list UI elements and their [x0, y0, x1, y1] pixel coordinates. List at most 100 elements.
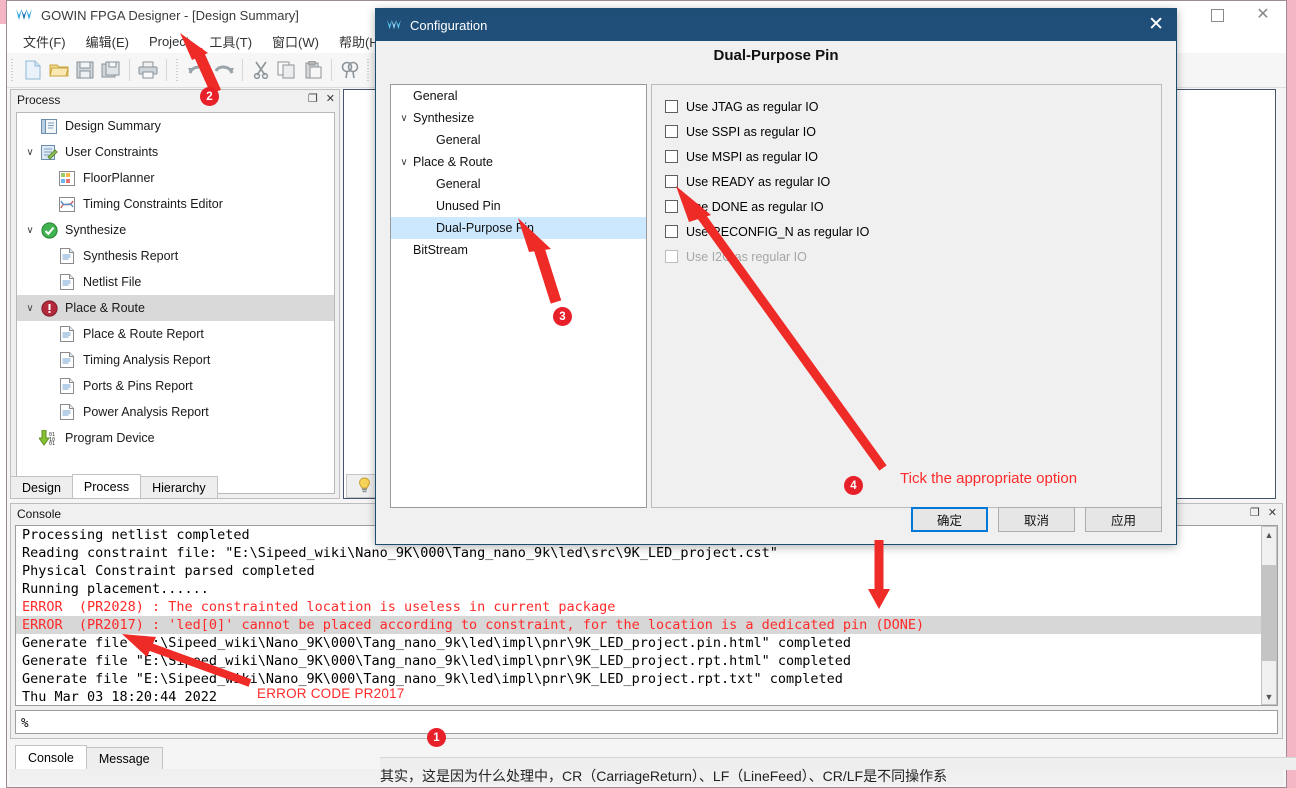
dialog-close-button[interactable]: ✕	[1148, 14, 1164, 36]
console-panel-float-button[interactable]: ❐	[1250, 506, 1260, 519]
config-tree-label: Dual-Purpose Pin	[436, 221, 534, 235]
scroll-up-icon[interactable]: ▲	[1262, 527, 1276, 542]
checkbox-reconfig-n[interactable]	[665, 225, 678, 238]
checkbox-row-done[interactable]: Use DONE as regular IO	[652, 194, 1161, 219]
paste-icon[interactable]	[300, 57, 326, 83]
cut-icon[interactable]	[248, 57, 274, 83]
config-tree-item-bitstream[interactable]: BitStream	[391, 239, 646, 261]
prompt-symbol: %	[21, 714, 29, 730]
chevron-down-icon[interactable]: ∨	[395, 113, 413, 124]
checkbox-ready[interactable]	[665, 175, 678, 188]
toolbar-grip[interactable]	[175, 59, 182, 81]
checkbox-row-reconfig-n[interactable]: Use RECONFIG_N as regular IO	[652, 219, 1161, 244]
user-constraints-icon	[39, 143, 59, 161]
checkbox-jtag[interactable]	[665, 100, 678, 113]
process-item-user-constraints[interactable]: ∨ User Constraints	[17, 139, 334, 165]
process-item-synthesis-report[interactable]: Synthesis Report	[17, 243, 334, 269]
scrollbar-thumb[interactable]	[1262, 565, 1276, 661]
process-item-ports-and-pins-report[interactable]: Ports & Pins Report	[17, 373, 334, 399]
process-item-power-analysis-report[interactable]: Power Analysis Report	[17, 399, 334, 425]
chevron-down-icon[interactable]: ∨	[395, 157, 413, 168]
console-line: Physical Constraint parsed completed	[22, 563, 315, 579]
print-icon[interactable]	[135, 57, 161, 83]
process-item-netlist-file[interactable]: Netlist File	[17, 269, 334, 295]
checkbox-row-jtag[interactable]: Use JTAG as regular IO	[652, 94, 1161, 119]
find-icon[interactable]	[337, 57, 363, 83]
config-tree-item-synthesize[interactable]: ∨ Synthesize	[391, 107, 646, 129]
process-item-label: Program Device	[65, 431, 155, 445]
apply-button[interactable]: 应用	[1085, 507, 1162, 532]
process-item-label: Ports & Pins Report	[83, 379, 193, 393]
config-tree-item-general[interactable]: General	[391, 85, 646, 107]
maximize-button[interactable]	[1194, 1, 1240, 29]
toolbar-separator	[331, 59, 332, 81]
checkbox-i2c	[665, 250, 678, 263]
menu-item-edit[interactable]: 编辑(E)	[76, 30, 139, 53]
tab-design[interactable]: Design	[10, 476, 73, 498]
toolbar-grip[interactable]	[366, 59, 373, 81]
new-file-icon[interactable]	[20, 57, 46, 83]
save-icon[interactable]	[72, 57, 98, 83]
process-panel-close-button[interactable]: ✕	[326, 92, 335, 105]
console-panel-close-button[interactable]: ✕	[1268, 506, 1277, 519]
lightbulb-icon	[358, 476, 371, 496]
toolbar-grip[interactable]	[10, 59, 17, 81]
dual-purpose-pin-options: Use JTAG as regular IO Use SSPI as regul…	[651, 84, 1162, 508]
process-item-timing-analysis-report[interactable]: Timing Analysis Report	[17, 347, 334, 373]
scroll-down-icon[interactable]: ▼	[1262, 689, 1276, 704]
config-tree-label: General	[436, 177, 481, 191]
process-item-floorplanner[interactable]: FloorPlanner	[17, 165, 334, 191]
process-item-design-summary[interactable]: Design Summary	[17, 113, 334, 139]
checkbox-mspi[interactable]	[665, 150, 678, 163]
tab-message[interactable]: Message	[85, 747, 163, 769]
config-tree-label: Unused Pin	[436, 199, 501, 213]
design-summary-icon	[39, 117, 59, 135]
process-panel-float-button[interactable]: ❐	[308, 92, 318, 105]
checkbox-row-mspi[interactable]: Use MSPI as regular IO	[652, 144, 1161, 169]
configuration-category-tree: General ∨ Synthesize General ∨ Place & R…	[390, 84, 647, 508]
tab-hierarchy[interactable]: Hierarchy	[140, 476, 218, 498]
cancel-button[interactable]: 取消	[998, 507, 1075, 532]
checkbox-done[interactable]	[665, 200, 678, 213]
process-panel-title-bar: Process ❐ ✕	[11, 90, 339, 110]
checkbox-label: Use READY as regular IO	[686, 174, 831, 189]
config-tree-item-synthesize-general[interactable]: General	[391, 129, 646, 151]
process-item-label: Place & Route Report	[83, 327, 204, 341]
console-line-error-selected: ERROR (PR2017) : 'led[0]' cannot be plac…	[16, 616, 1277, 634]
config-tree-item-dual-purpose-pin[interactable]: Dual-Purpose Pin	[391, 217, 646, 239]
process-item-place-and-route[interactable]: ∨ Place & Route	[17, 295, 334, 321]
menu-item-tools[interactable]: 工具(T)	[199, 30, 262, 53]
chevron-down-icon[interactable]: ∨	[21, 303, 39, 314]
checkbox-row-ready[interactable]: Use READY as regular IO	[652, 169, 1161, 194]
checkbox-sspi[interactable]	[665, 125, 678, 138]
tab-console[interactable]: Console	[15, 745, 87, 769]
copy-icon[interactable]	[274, 57, 300, 83]
checkbox-label: Use I2C as regular IO	[686, 249, 807, 264]
console-prompt[interactable]: %	[15, 710, 1278, 734]
tab-process[interactable]: Process	[71, 474, 142, 498]
chevron-down-icon[interactable]: ∨	[21, 225, 39, 236]
console-line: Thu Mar 03 18:20:44 2022	[22, 689, 218, 705]
chevron-down-icon[interactable]: ∨	[21, 147, 39, 158]
process-item-program-device[interactable]: 01 10 01 Program Device	[17, 425, 334, 451]
process-item-synthesize[interactable]: ∨ Synthesize	[17, 217, 334, 243]
menu-item-file[interactable]: 文件(F)	[13, 30, 76, 53]
close-button[interactable]: ✕	[1240, 1, 1286, 29]
checkbox-row-sspi[interactable]: Use SSPI as regular IO	[652, 119, 1161, 144]
ok-button[interactable]: 确定	[911, 507, 988, 532]
undo-icon[interactable]	[185, 57, 211, 83]
console-output[interactable]: Processing netlist completed Reading con…	[15, 525, 1278, 706]
config-tree-item-pnr-general[interactable]: General	[391, 173, 646, 195]
dialog-heading: Dual-Purpose Pin	[713, 47, 839, 64]
config-tree-item-unused-pin[interactable]: Unused Pin	[391, 195, 646, 217]
open-folder-icon[interactable]	[46, 57, 72, 83]
process-item-timing-constraints-editor[interactable]: Timing Constraints Editor	[17, 191, 334, 217]
menu-item-project[interactable]: Project	[139, 32, 199, 51]
console-scrollbar[interactable]: ▲ ▼	[1261, 526, 1277, 705]
config-tree-item-place-and-route[interactable]: ∨ Place & Route	[391, 151, 646, 173]
menu-item-window[interactable]: 窗口(W)	[262, 30, 329, 53]
redo-icon[interactable]	[211, 57, 237, 83]
toolbar-separator	[129, 59, 130, 81]
save-all-icon[interactable]	[98, 57, 124, 83]
process-item-place-and-route-report[interactable]: Place & Route Report	[17, 321, 334, 347]
